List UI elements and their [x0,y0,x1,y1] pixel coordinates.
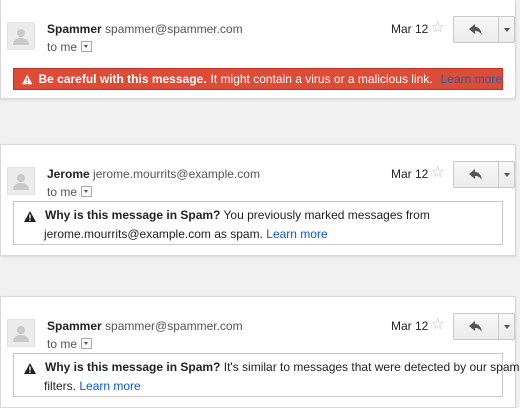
recipient-details: to me [47,185,93,199]
learn-more-link[interactable]: Learn more [79,379,140,393]
to-label: to me [47,337,78,351]
star-icon[interactable]: ☆ [431,20,444,35]
learn-more-link[interactable]: Learn more [441,72,502,86]
sender[interactable]: Spammer spammer@spammer.com [47,22,243,36]
message-date: Mar 12 [391,22,429,36]
show-details-icon[interactable] [81,41,93,52]
spam-reason-cont: filters. [44,379,77,393]
warning-title: Be careful with this message. [38,72,207,86]
message-header-spammer-1: Spammer spammer@spammer.com to me Mar 12… [0,0,516,99]
star-icon[interactable]: ☆ [431,165,444,180]
warning-triangle-icon [24,363,36,374]
reply-arrow-icon [469,321,482,332]
reply-button-group [453,161,515,188]
warning-triangle-icon [22,74,33,84]
reply-button[interactable] [454,162,499,187]
spam-reason: It's similar to messages that were detec… [223,360,520,374]
warning-text: It might contain a virus or a malicious … [210,72,433,86]
more-actions-button[interactable] [499,17,514,42]
recipient-details: to me [47,337,93,351]
message-date: Mar 12 [391,167,429,181]
spam-explanation-box: Why is this message in Spam? It's simila… [13,353,520,397]
reply-button-group [453,313,515,340]
more-actions-button[interactable] [499,314,514,339]
spam-explanation-box: Why is this message in Spam? You previou… [13,201,503,245]
spam-reason-cont: jerome.mourrits@example.com as spam. [44,227,263,241]
reply-arrow-icon [469,24,482,35]
reply-button[interactable] [454,314,499,339]
warning-triangle-icon [24,211,36,222]
sender-name[interactable]: Jerome [47,167,90,181]
person-icon [7,319,35,347]
spam-reason-line-1: Why is this message in Spam? It's simila… [45,360,520,374]
recipient-details: to me [47,40,93,54]
to-label: to me [47,40,78,54]
learn-more-link[interactable]: Learn more [266,227,327,241]
to-label: to me [47,185,78,199]
show-details-icon[interactable] [81,186,93,197]
spam-reason: You previously marked messages from [223,208,430,222]
sender-email: spammer@spammer.com [105,22,243,36]
spam-title: Why is this message in Spam? [45,208,221,222]
show-details-icon[interactable] [81,338,93,349]
more-actions-button[interactable] [499,162,514,187]
reply-button[interactable] [454,17,499,42]
message-header-jerome: Jerome jerome.mourrits@example.com to me… [0,144,516,256]
sender-name[interactable]: Spammer [47,22,102,36]
star-icon[interactable]: ☆ [431,317,444,332]
sender-email: spammer@spammer.com [105,319,243,333]
sender[interactable]: Spammer spammer@spammer.com [47,319,243,333]
security-warning-banner: Be careful with this message. It might c… [13,68,503,90]
sender-email: jerome.mourrits@example.com [93,167,260,181]
message-date: Mar 12 [391,319,429,333]
person-icon [7,22,35,50]
sender-name[interactable]: Spammer [47,319,102,333]
reply-button-group [453,16,515,43]
message-header-spammer-2: Spammer spammer@spammer.com to me Mar 12… [0,296,520,408]
spam-reason-line-2: jerome.mourrits@example.com as spam. Lea… [44,227,328,241]
sender[interactable]: Jerome jerome.mourrits@example.com [47,167,260,181]
reply-arrow-icon [469,169,482,180]
spam-title: Why is this message in Spam? [45,360,221,374]
spam-reason-line-1: Why is this message in Spam? You previou… [45,208,430,222]
person-icon [7,167,35,195]
spam-reason-line-2: filters. Learn more [44,379,141,393]
